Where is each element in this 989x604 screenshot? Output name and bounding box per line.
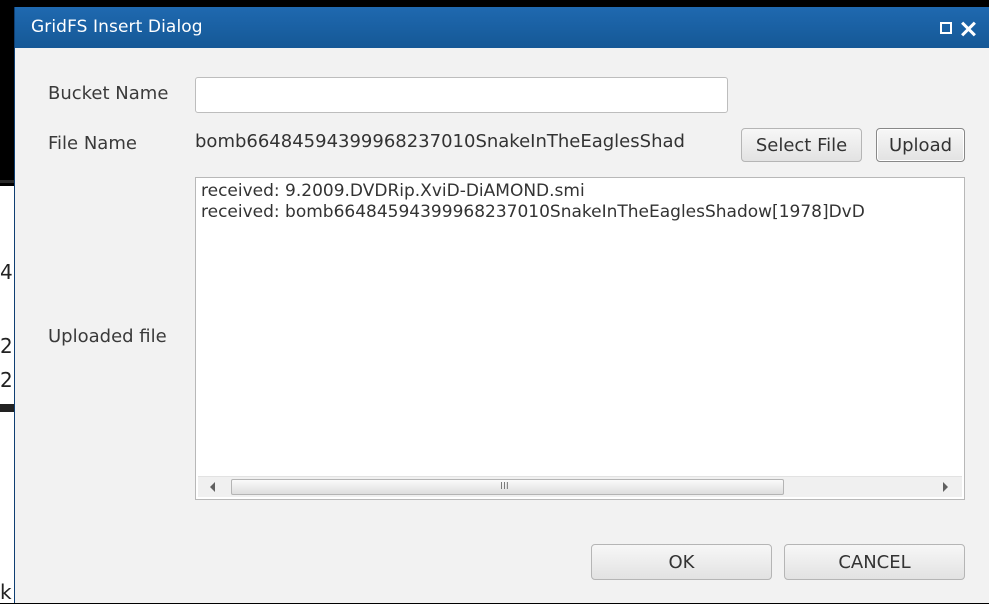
file-name-value: bomb66484594399968237010SnakeInTheEagles… [195,131,685,152]
file-name-label: File Name [48,133,137,154]
uploaded-file-label: Uploaded file [48,326,167,347]
bucket-name-input[interactable] [195,77,728,113]
cancel-button[interactable]: CANCEL [784,544,965,580]
gridfs-insert-dialog: GridFS Insert Dialog Bucket Name File Na… [14,7,989,603]
scrollbar-thumb[interactable]: III [231,479,784,495]
background-text: k [0,580,12,604]
background-panel [0,186,14,603]
dialog-title: GridFS Insert Dialog [31,17,203,37]
select-file-button[interactable]: Select File [741,128,862,162]
bucket-name-label: Bucket Name [48,83,169,104]
background-divider [0,180,14,183]
uploaded-file-line: received: bomb66484594399968237010SnakeI… [201,202,865,222]
uploaded-files-list: received: 9.2009.DVDRip.XviD-DiAMOND.smi… [201,181,865,223]
scrollbar-grip-icon: III [500,481,509,492]
upload-button[interactable]: Upload [876,128,965,162]
uploaded-file-line: received: 9.2009.DVDRip.XviD-DiAMOND.smi [201,181,585,201]
horizontal-scrollbar[interactable]: III [198,476,962,497]
ok-button[interactable]: OK [591,544,772,580]
uploaded-files-textarea[interactable]: received: 9.2009.DVDRip.XviD-DiAMOND.smi… [195,177,965,500]
dialog-titlebar[interactable]: GridFS Insert Dialog [15,7,989,48]
scroll-left-icon[interactable] [210,482,215,492]
background-bar [0,404,14,412]
maximize-icon[interactable] [940,22,952,34]
close-icon[interactable] [960,21,976,37]
window-controls [940,17,976,37]
scroll-right-icon[interactable] [943,482,948,492]
